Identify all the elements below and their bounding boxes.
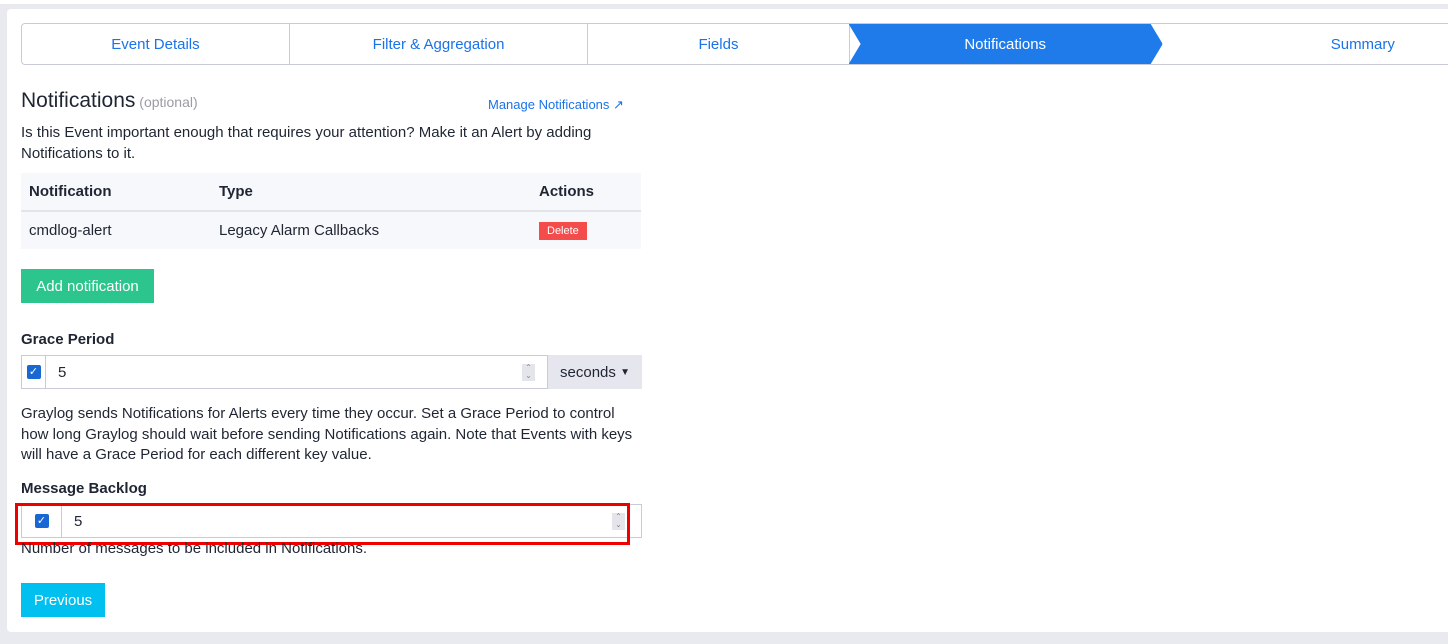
spinner-icon[interactable]: ⌃ ⌄ [522, 364, 535, 381]
external-link-icon: ↗ [613, 97, 624, 112]
add-notification-button[interactable]: Add notification [21, 269, 154, 303]
step-label: Fields [698, 35, 739, 53]
manage-notifications-link[interactable]: Manage Notifications ↗ [488, 97, 624, 113]
section-header: Notifications (optional) [21, 89, 198, 113]
col-header: Type [211, 173, 531, 212]
intro-text: Is this Event important enough that requ… [21, 124, 592, 162]
unit-dropdown[interactable]: seconds ▼ [548, 355, 642, 389]
step-label: Notifications [964, 35, 1047, 53]
step-label: Filter & Aggregation [372, 35, 505, 53]
notification-type: Legacy Alarm Callbacks [211, 211, 531, 249]
step-label: Event Details [111, 35, 200, 53]
step-notifications[interactable]: Notifications [849, 24, 1163, 64]
col-header: Actions [531, 173, 641, 212]
grace-period-group: ✓ 5 ⌃ ⌄ [21, 355, 548, 389]
check-icon: ✓ [26, 365, 41, 379]
notifications-table: Notification Type Actions cmdlog-alert Lega… [21, 173, 641, 249]
step-event-details[interactable]: Event Details [22, 24, 290, 64]
message-backlog-label: Message Backlog [21, 480, 147, 497]
col-header: Notification [21, 173, 211, 212]
link-label: Manage Notifications [488, 97, 610, 112]
grace-period-checkbox[interactable]: ✓ [22, 356, 46, 388]
top-bar [0, 0, 1448, 4]
table-row: cmdlog-alert Legacy Alarm Callbacks Delete [21, 211, 641, 249]
optional-label: (optional) [139, 94, 198, 110]
page-title: Notifications [21, 89, 136, 112]
wizard-steps: Event Details Filter & Aggregation Field… [21, 23, 1448, 65]
step-filter-aggregation[interactable]: Filter & Aggregation [290, 24, 589, 64]
input-value: 5 [58, 363, 67, 381]
grace-period-help: Graylog sends Notifications for Alerts e… [21, 405, 633, 463]
delete-button[interactable]: Delete [539, 222, 587, 240]
message-backlog-help: Number of messages to be included in Not… [21, 540, 368, 557]
unit-label: seconds [560, 363, 616, 381]
step-summary[interactable]: Summary [1151, 24, 1448, 64]
grace-period-input[interactable]: 5 ⌃ ⌄ [46, 356, 547, 388]
step-label: Summary [1330, 35, 1395, 53]
step-fields[interactable]: Fields [588, 24, 850, 64]
grace-period-label: Grace Period [21, 331, 115, 348]
caret-down-icon: ▼ [620, 366, 630, 378]
previous-button[interactable]: Previous [21, 583, 105, 617]
notification-name: cmdlog-alert [21, 211, 211, 249]
